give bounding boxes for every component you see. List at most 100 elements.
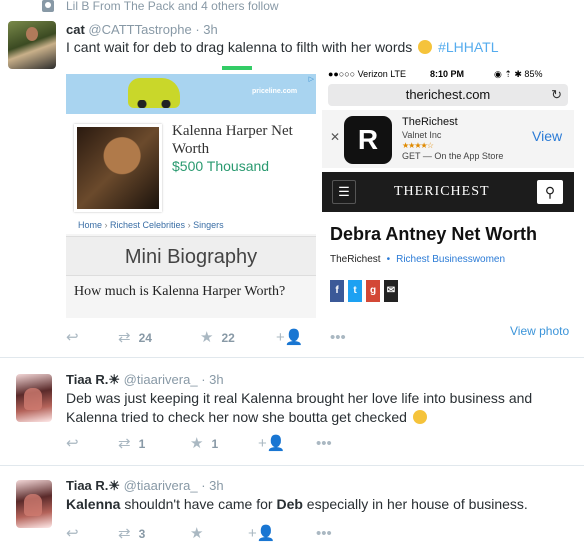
retweet-icon: ⇄: [118, 329, 131, 346]
tweet-header: Tiaa R.☀ @tiaarivera_ · 3h: [66, 372, 224, 388]
article-title: Debra Antney Net Worth: [330, 224, 538, 244]
favorite-count: 1: [211, 437, 219, 451]
tweet-header: cat @CATTTastrophe · 3h: [66, 22, 218, 38]
user-handle[interactable]: @tiaarivera_: [124, 478, 198, 493]
retweet-button[interactable]: ⇄ 1: [118, 436, 145, 452]
retweet-icon: ⇄: [118, 525, 131, 542]
follow-button[interactable]: +👤: [248, 526, 275, 542]
email-icon: ✉: [384, 280, 398, 302]
ad-brand: priceline.com: [252, 88, 298, 95]
timestamp[interactable]: · 3h: [195, 22, 217, 37]
follow-icon: +👤: [258, 435, 286, 452]
reply-button[interactable]: ↩: [66, 526, 79, 542]
article-meta: TheRichest • Richest Businesswomen: [330, 254, 506, 265]
more-button[interactable]: •••: [316, 436, 332, 452]
more-button[interactable]: •••: [316, 526, 332, 542]
profile-title: Kalenna Harper Net Worth: [172, 123, 293, 157]
more-icon: •••: [316, 525, 332, 542]
search-icon: ⚲: [537, 180, 563, 204]
tweet-header: Tiaa R.☀ @tiaarivera_ · 3h: [66, 478, 224, 494]
follow-icon: +👤: [248, 525, 276, 542]
carrier-signal: ●●○○○ Verizon LTE: [328, 69, 407, 79]
facebook-icon: f: [330, 280, 344, 302]
smiling-emoji-icon: [412, 410, 427, 424]
ad-banner: priceline.com ▷: [66, 74, 316, 114]
url-text: therichest.com: [405, 87, 491, 102]
display-name[interactable]: cat: [66, 22, 85, 37]
tweet-actions: ↩ ⇄ 1 ★ 1 +👤 •••: [66, 436, 506, 452]
reload-icon: ↻: [551, 87, 562, 102]
rating-stars: ★★★★☆: [402, 141, 434, 150]
reply-icon: ↩: [66, 329, 79, 346]
app-name: TheRichest: [402, 116, 458, 128]
tweet-text: Deb was just keeping it real Kalenna bro…: [66, 390, 533, 425]
reply-button[interactable]: ↩: [66, 436, 79, 452]
display-name[interactable]: Tiaa R.☀: [66, 478, 120, 493]
media-screenshot-left: priceline.com ▷ Kalenna Harper Net Worth…: [66, 66, 316, 318]
site-logo: THERICHEST: [394, 184, 490, 199]
avatar[interactable]: [16, 374, 52, 422]
favorite-count: 22: [221, 331, 235, 345]
section-heading: Mini Biography: [66, 236, 316, 276]
person-icon: [42, 0, 54, 12]
star-icon: ★: [200, 329, 214, 346]
tweet-media[interactable]: priceline.com ▷ Kalenna Harper Net Worth…: [66, 66, 574, 318]
follow-context-text[interactable]: Lil B From The Pack and 4 others follow: [66, 0, 279, 13]
close-icon: ✕: [330, 130, 341, 144]
star-icon: ★: [190, 525, 204, 542]
follow-button[interactable]: +👤: [258, 436, 285, 452]
tweet[interactable]: cat @CATTTastrophe · 3h I cant wait for …: [0, 18, 584, 358]
breadcrumb: Home › Richest Celebrities › Singers: [78, 220, 224, 230]
site-navbar: ☰ THERICHEST ⚲: [322, 172, 574, 212]
question-text: How much is Kalenna Harper Worth?: [74, 284, 286, 299]
share-buttons: f t g ✉: [330, 280, 402, 302]
phone-time: 8:10 PM: [430, 69, 465, 79]
app-publisher: Valnet Inc: [402, 130, 442, 140]
favorite-button[interactable]: ★ 22: [200, 330, 235, 346]
retweet-count: 3: [138, 527, 146, 541]
battery-status: ◉ ⇡ ✱ 85%: [494, 69, 543, 79]
favorite-button[interactable]: ★ 1: [190, 436, 218, 452]
url-bar: therichest.com ↻: [328, 84, 568, 106]
google-plus-icon: g: [366, 280, 380, 302]
follow-icon: +👤: [276, 329, 304, 346]
app-view-link: View: [532, 128, 563, 144]
retweet-count: 1: [138, 437, 146, 451]
reply-icon: ↩: [66, 435, 79, 452]
tweet[interactable]: Tiaa R.☀ @tiaarivera_ · 3h Deb was just …: [0, 360, 584, 466]
timestamp[interactable]: · 3h: [201, 372, 223, 387]
tweet-actions: ↩ ⇄ 3 ★ +👤 •••: [66, 526, 506, 542]
net-worth-value: $500 Thousand: [172, 158, 270, 174]
star-icon: ★: [190, 435, 204, 452]
profile-photo: [74, 124, 162, 212]
tweet-text: Kalenna shouldn't have came for Deb espe…: [66, 496, 528, 512]
tweet-actions: ↩ ⇄ 24 ★ 22 +👤 •••: [66, 330, 506, 346]
follow-button[interactable]: +👤: [276, 330, 303, 346]
hashtag-link[interactable]: #LHHATL: [438, 39, 498, 55]
app-get-text: GET — On the App Store: [402, 151, 504, 161]
user-handle[interactable]: @CATTTastrophe: [88, 22, 191, 37]
avatar[interactable]: [16, 480, 52, 528]
phone-status-bar: ●●○○○ Verizon LTE 8:10 PM ◉ ⇡ ✱ 85%: [322, 66, 574, 82]
retweet-icon: ⇄: [118, 435, 131, 452]
more-button[interactable]: •••: [330, 330, 346, 346]
twitter-icon: t: [348, 280, 362, 302]
follow-context: Lil B From The Pack and 4 others follow: [0, 0, 584, 16]
display-name[interactable]: Tiaa R.☀: [66, 372, 120, 387]
reply-button[interactable]: ↩: [66, 330, 79, 346]
timestamp[interactable]: · 3h: [201, 478, 223, 493]
more-icon: •••: [330, 329, 346, 346]
tweet[interactable]: Tiaa R.☀ @tiaarivera_ · 3h Kalenna shoul…: [0, 468, 584, 550]
more-icon: •••: [316, 435, 332, 452]
retweet-button[interactable]: ⇄ 24: [118, 330, 152, 346]
profile-card: Kalenna Harper Net Worth $500 Thousand H…: [66, 114, 316, 234]
user-handle[interactable]: @tiaarivera_: [124, 372, 198, 387]
view-photo-link[interactable]: View photo: [510, 324, 569, 338]
retweet-button[interactable]: ⇄ 3: [118, 526, 145, 542]
hamburger-menu-icon: ☰: [332, 180, 356, 204]
media-screenshot-right: ●●○○○ Verizon LTE 8:10 PM ◉ ⇡ ✱ 85% ther…: [322, 66, 574, 318]
avatar[interactable]: [8, 21, 56, 69]
app-store-banner: ✕ R TheRichest Valnet Inc ★★★★☆ GET — On…: [322, 110, 574, 168]
retweet-count: 24: [138, 331, 152, 345]
favorite-button[interactable]: ★: [190, 526, 203, 542]
